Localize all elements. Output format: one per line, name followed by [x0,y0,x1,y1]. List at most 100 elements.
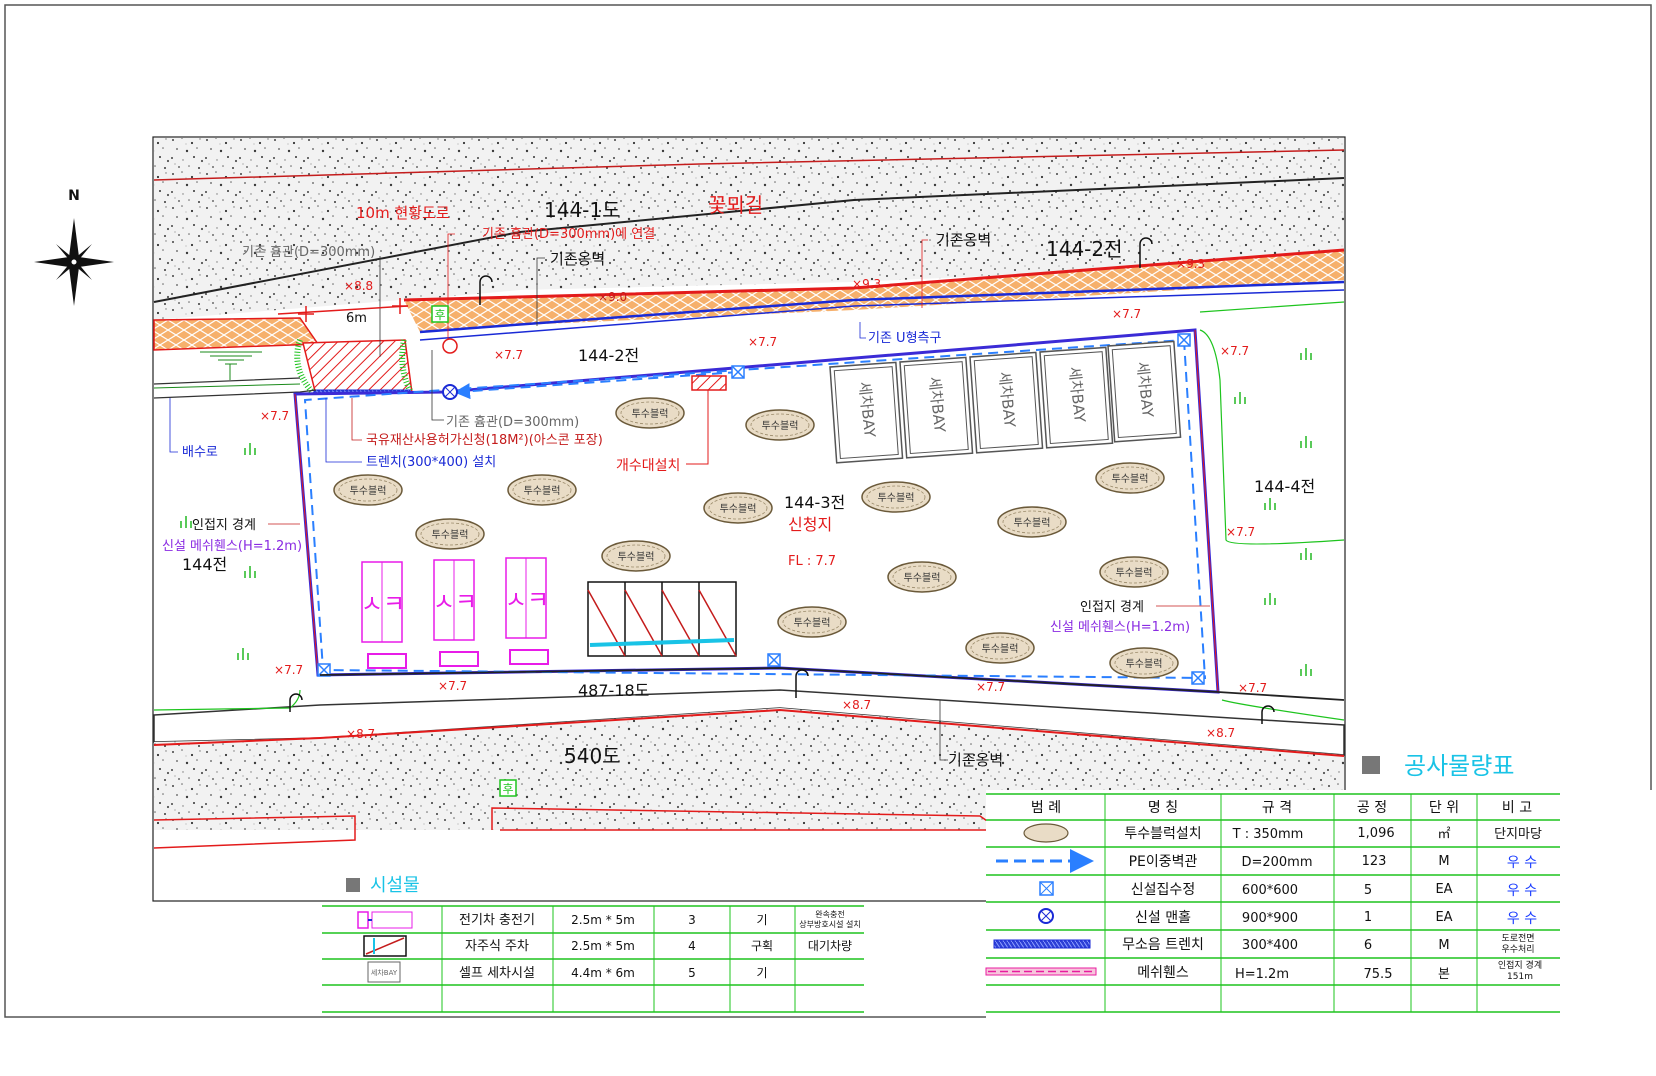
label-ditch-install: 개수대설치 [616,458,680,474]
svg-text:×9.3: ×9.3 [1176,257,1205,271]
qt-note-line-2: 151m [1507,972,1533,982]
hu-mark-bottom: 후 [502,782,513,796]
svg-text:×7.7: ×7.7 [748,335,777,349]
qt-header-note: 비 고 [1502,800,1532,816]
qt-legend-catch-basin [1039,881,1054,896]
label-144: 144전 [182,555,227,574]
svg-text:×9.3: ×9.3 [852,277,881,291]
label-connect-pipe: 기존 흄관(D=300mm)에 연결 [482,227,655,242]
label-flower-road: 꽃뫼길 [708,193,763,217]
legend-wash-bay-text: 세차BAY [371,968,398,977]
spot-level: 7.7 [758,335,777,349]
qt-row-note: 우 수 [1507,883,1537,899]
legend-parking [363,935,407,957]
qt-row-unit: M [1438,854,1449,869]
qt-row-note: 단지마당 [1494,827,1542,842]
qt-row-name: 무소음 트렌치 [1122,937,1204,953]
label-144-4: 144-4전 [1254,477,1315,496]
north-arrow [34,218,114,306]
label-trench: 트렌치(300*400) 설치 [366,455,496,470]
label-u-ditch: 기존 U형측구 [868,331,941,346]
spot-level: 8.7 [1216,726,1235,740]
drain-lines [153,377,317,399]
block-label: 투수블럭 [904,572,941,584]
label-487-18: 487-18도 [578,681,649,700]
qt-row-unit: EA [1435,910,1452,925]
qt-row-spec: T : 350mm [1232,827,1304,842]
qt-row-note: 우 수 [1507,855,1537,871]
qt-header-spec: 규 격 [1262,800,1292,816]
qt-row-spec: 600*600 [1242,883,1298,898]
qt-legend-trench [993,939,1091,949]
fac-row-name: 전기차 충전기 [459,913,535,928]
label-mesh-fence-right: 신설 메쉬휀스(H=1.2m) [1050,620,1190,635]
label-retaining-wall-2: 기존옹벽 [936,231,991,249]
qt-header-legend: 범 례 [1031,800,1061,816]
block-label: 투수블럭 [1126,658,1163,670]
spot-level: 9.3 [1186,257,1205,271]
qt-row-name: 투수블럭설치 [1124,826,1201,842]
fac-row-note: 대기차량 [808,939,852,953]
manhole [442,384,458,400]
svg-text:×8.7: ×8.7 [1206,726,1235,740]
qt-legend-permeable-block [1023,823,1069,843]
label-144-2-top: 144-2전 [1046,237,1123,261]
qt-row-spec: H=1.2m [1235,967,1289,982]
qt-legend-manhole [1038,908,1054,924]
drain-green [153,383,301,389]
label-mesh-fence-left: 신설 메쉬휀스(H=1.2m) [162,539,302,554]
qt-row-name: 메쉬휀스 [1137,965,1189,981]
block-label: 투수블럭 [762,420,799,432]
brick-band-left [153,317,320,351]
qt-row-spec: D=200mm [1241,855,1312,870]
green-line-bottom-right [1221,699,1345,721]
spot-level: 7.7 [284,663,303,677]
block-label: 투수블럭 [350,485,387,497]
fac-row-unit: 기 [756,966,767,980]
drainage-symbol [200,351,262,380]
qt-legend-mesh-fence [985,967,1097,976]
qt-row-name: 신설집수정 [1131,882,1195,898]
qt-note-line-2: 우수처리 [1501,943,1534,955]
legend-ev-charger [357,911,413,929]
fac-note-line-1: 완속충전 [815,909,844,919]
label-state-land: 국유재산사용허가신청(18M²)(아스콘 포장) [366,433,603,448]
label-6m: 6m [346,311,367,326]
fac-row-qty: 5 [688,966,696,980]
quantity-title: 공사물량표 [1404,752,1514,780]
hu-mark-top: 후 [434,308,445,322]
qt-note-line-1: 도로전면 [1501,933,1534,944]
svg-text:×8.7: ×8.7 [842,698,871,712]
svg-text:×7.7: ×7.7 [1112,307,1141,321]
spot-level: 7.7 [448,679,467,693]
fac-row-note: 완속충전 상부방호시설 설치 [799,909,860,929]
qt-header-qty: 공 정 [1357,800,1387,816]
spot-level: 7.7 [270,409,289,423]
qt-row-qty: 1 [1364,910,1372,925]
svg-text:×7.7: ×7.7 [494,348,523,362]
qt-row-qty: 1,096 [1357,826,1394,841]
label-retaining-wall-3: 기존옹벽 [948,751,1003,769]
block-label: 투수블럭 [720,503,757,515]
qt-row-unit: ㎡ [1437,827,1450,842]
ditch-install-mark [691,375,727,391]
spot-level: 7.7 [1122,307,1141,321]
facilities-title-square [346,878,360,892]
charger-glyph-3: ㅅㅋ [505,586,549,614]
qt-row-note: 우 수 [1507,911,1537,927]
spot-level: 8.7 [852,698,871,712]
block-label: 투수블럭 [524,485,561,497]
label-retaining-wall-1: 기존옹벽 [550,250,605,268]
block-label: 투수블럭 [1014,517,1051,529]
label-144-2-mid: 144-2전 [578,346,639,365]
label-applicant-site: 신청지 [788,515,832,534]
label-10m-road: 10m 현황도로 [356,204,450,222]
qt-row-name: 신설 맨홀 [1135,910,1191,926]
spot-level: 9.0 [608,290,627,304]
qt-row-spec: 900*900 [1242,911,1298,926]
spot-level: 8.7 [356,727,375,741]
fac-note-line-2: 상부방호시설 설치 [799,919,860,929]
svg-text:×8.8: ×8.8 [344,279,373,293]
qt-header-name: 명 칭 [1148,800,1178,816]
fac-row-spec: 2.5m * 5m [571,913,635,927]
